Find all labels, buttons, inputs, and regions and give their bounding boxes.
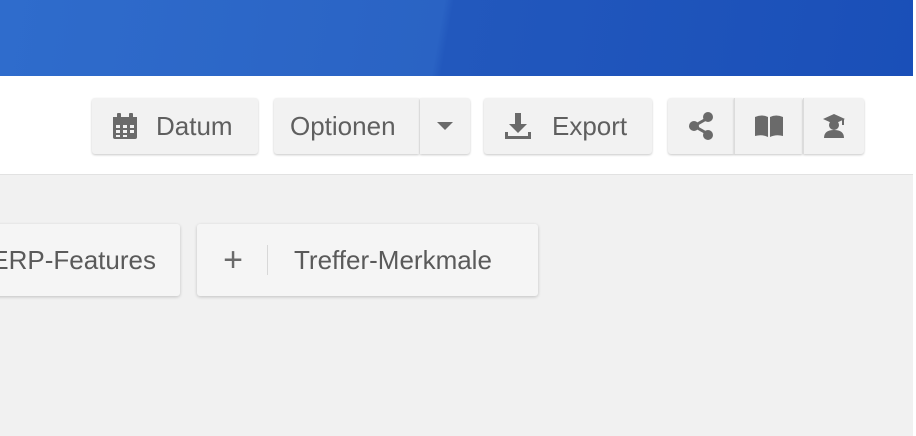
- serp-features-chip[interactable]: ERP-Features: [0, 224, 180, 296]
- book-button[interactable]: [734, 98, 802, 154]
- plus-icon[interactable]: +: [219, 243, 247, 277]
- export-button[interactable]: Export: [484, 98, 652, 154]
- scholar-icon: [822, 113, 846, 139]
- content-area: [0, 175, 913, 436]
- options-button-label: Optionen: [290, 110, 396, 141]
- calendar-icon: [112, 112, 138, 140]
- book-icon: [754, 114, 784, 138]
- date-button[interactable]: Datum: [92, 98, 258, 154]
- header-banner: [0, 0, 913, 76]
- share-icon: [688, 112, 714, 140]
- export-button-label: Export: [552, 110, 628, 141]
- share-button[interactable]: [668, 98, 734, 154]
- serp-features-label: ERP-Features: [0, 244, 156, 275]
- treffer-merkmale-chip[interactable]: + Treffer-Merkmale: [197, 224, 538, 296]
- download-icon: [504, 112, 532, 140]
- scholar-button[interactable]: [803, 98, 864, 154]
- treffer-merkmale-label: Treffer-Merkmale: [294, 244, 492, 275]
- page: Datum Optionen Export ERP-Features + Tre…: [0, 0, 916, 436]
- options-dropdown-button[interactable]: [420, 98, 470, 154]
- date-button-label: Datum: [156, 110, 233, 141]
- chip-divider: [267, 245, 268, 275]
- options-button[interactable]: Optionen: [274, 98, 419, 154]
- caret-down-icon: [436, 121, 454, 131]
